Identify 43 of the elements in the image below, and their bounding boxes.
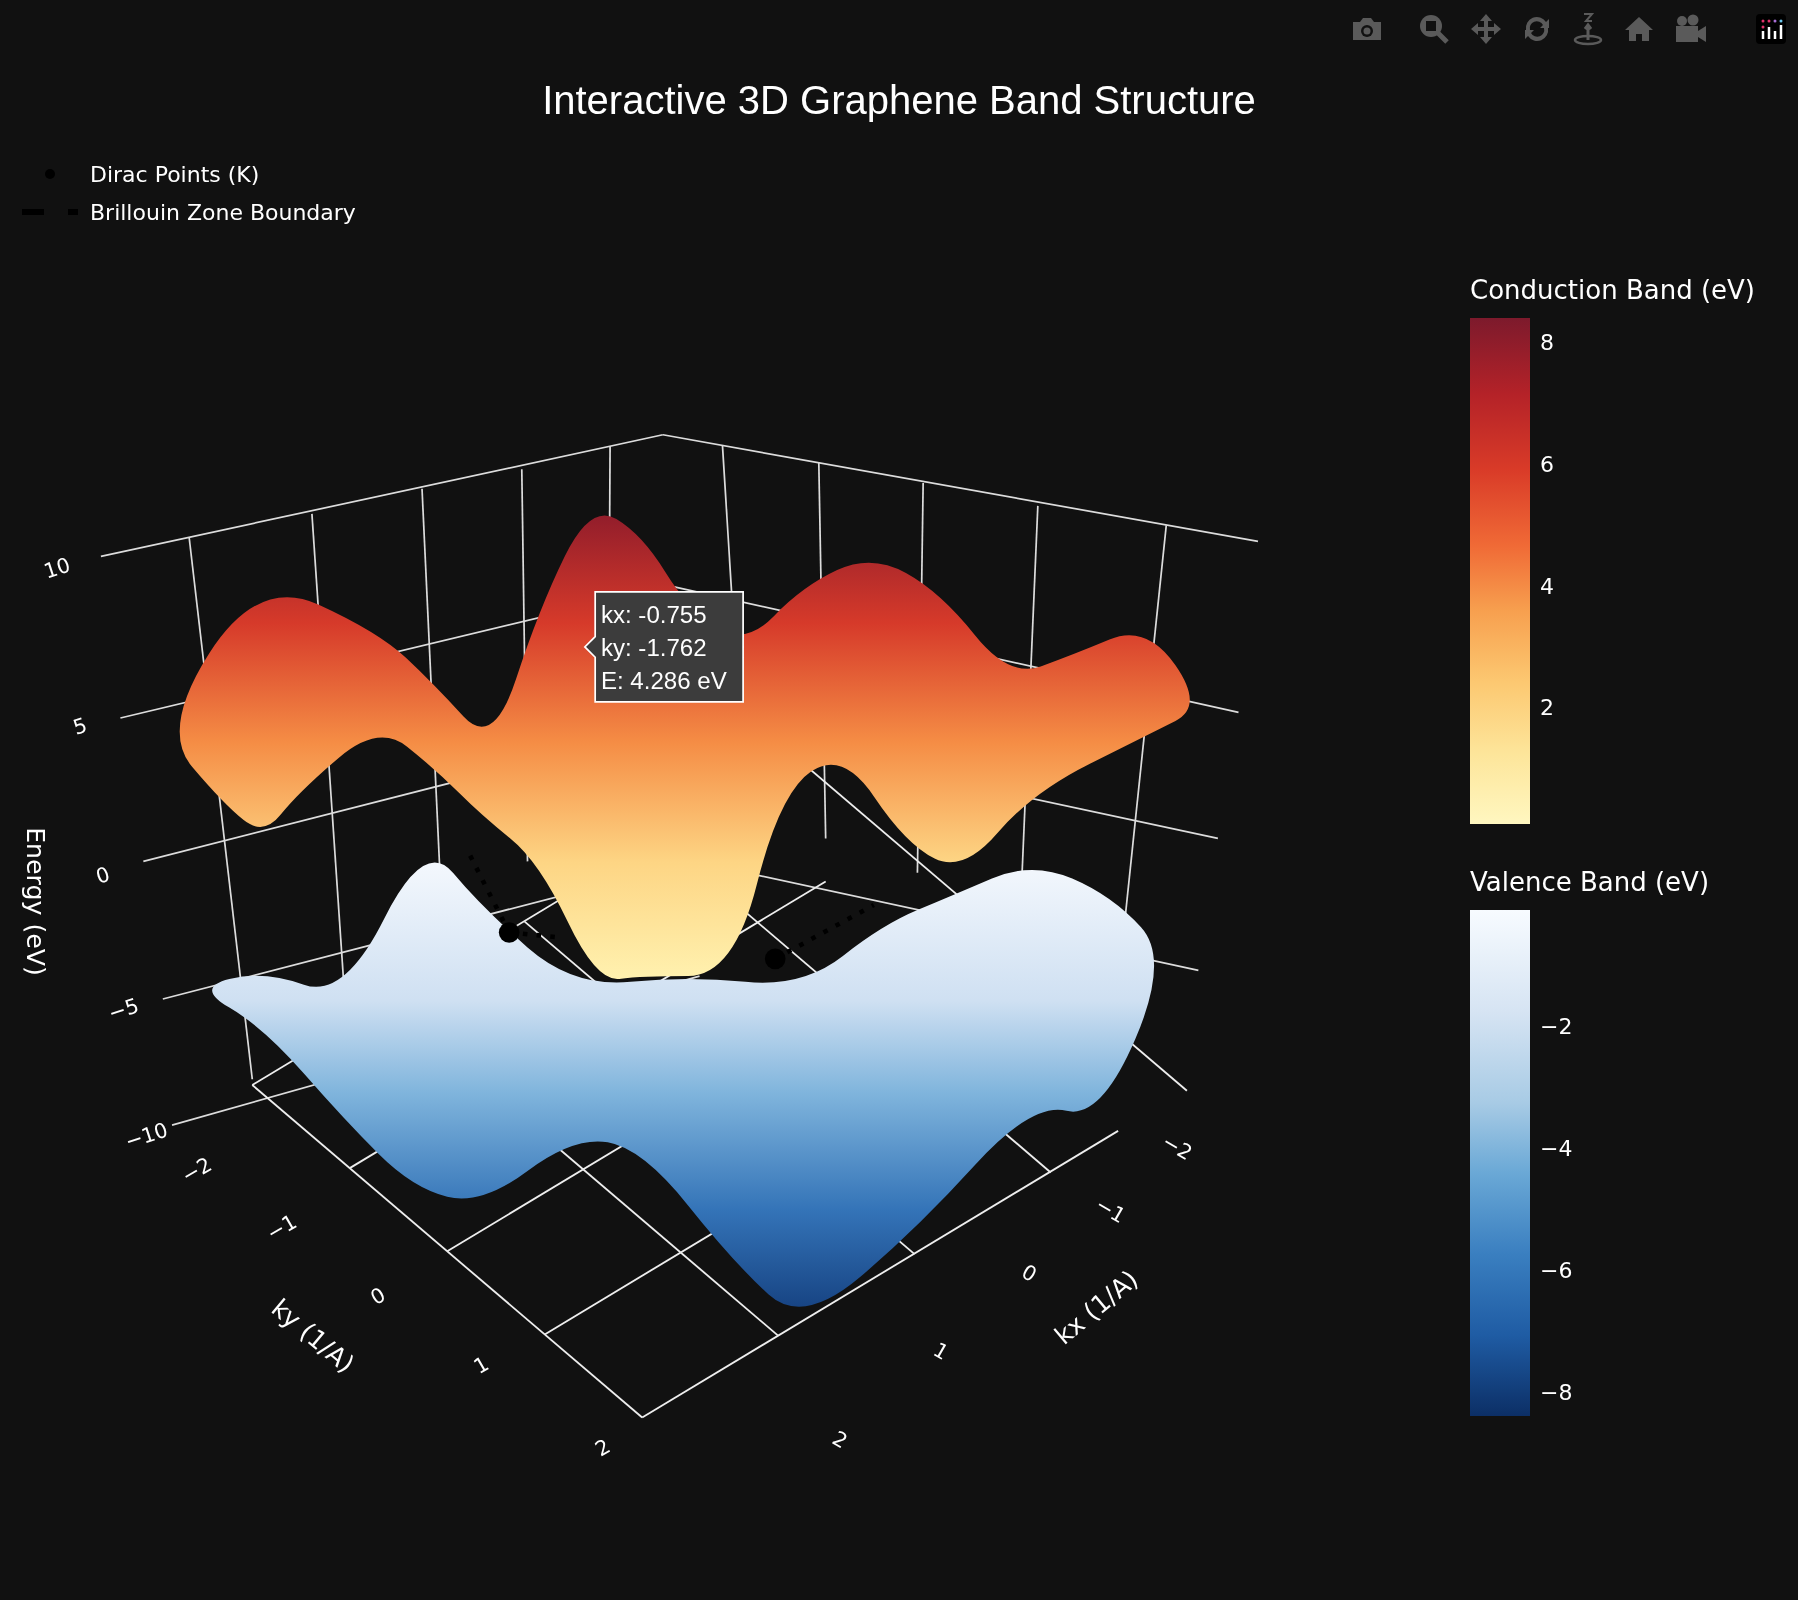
axis-tick-label: 5 — [70, 712, 90, 740]
rotate-icon[interactable] — [1522, 14, 1552, 44]
axis-tick-label: 10 — [40, 552, 74, 584]
axis-tick-label: 0 — [1017, 1259, 1041, 1287]
dirac-point-marker[interactable] — [498, 922, 520, 943]
axis-tick-label: −1 — [262, 1209, 301, 1246]
axis-tick-label: 1 — [469, 1351, 493, 1379]
axis-tick-label: −2 — [177, 1152, 216, 1189]
axis-tick-label: −5 — [105, 993, 142, 1026]
camera-icon[interactable] — [1350, 16, 1384, 42]
turntable-icon[interactable] — [1572, 12, 1604, 46]
axis-tick-label: 0 — [92, 861, 113, 889]
axis-tick-label: 1 — [929, 1337, 953, 1365]
chart-title: Interactive 3D Graphene Band Structure — [541, 77, 1257, 124]
tooltip-text: kx: -0.755 — [600, 600, 707, 628]
tooltip-text: ky: -1.762 — [600, 634, 707, 662]
conduction-band-surface[interactable] — [179, 515, 1190, 979]
dirac-point-marker[interactable] — [764, 948, 786, 970]
colorbar-title: Valence Band (eV) — [1470, 866, 1711, 898]
zoom-icon[interactable] — [1418, 13, 1450, 45]
colorbar-tick-label: −8 — [1540, 1379, 1573, 1405]
colorbar-tick-label: 4 — [1540, 573, 1554, 599]
video-camera-icon[interactable] — [1674, 14, 1708, 44]
axis-tick-label: −2 — [1157, 1129, 1197, 1166]
colorbar-tick-label: −2 — [1540, 1013, 1573, 1039]
legend-label[interactable]: Brillouin Zone Boundary — [90, 199, 356, 225]
colorbar-tick-label: 2 — [1540, 694, 1554, 720]
axis-tick-label: 0 — [366, 1282, 390, 1310]
home-icon[interactable] — [1624, 15, 1654, 43]
colorbar-tick-label: −4 — [1540, 1135, 1573, 1161]
legend-label[interactable]: Dirac Points (K) — [90, 161, 260, 187]
logo-icon[interactable] — [1756, 14, 1786, 44]
colorbar-tick-label: 8 — [1540, 329, 1554, 355]
colorbar-tick-label: −6 — [1540, 1257, 1573, 1283]
colorbar-title: Conduction Band (eV) — [1470, 274, 1755, 306]
axis-title: Energy (eV) — [21, 827, 51, 976]
axis-tick-label: 2 — [828, 1425, 852, 1454]
tooltip-text: E: 4.286 eV — [600, 667, 727, 695]
pan-arrows-icon[interactable] — [1470, 13, 1502, 45]
axis-tick-label: −10 — [122, 1117, 171, 1154]
axis-tick-label: −1 — [1091, 1192, 1130, 1229]
axis-tick-label: 2 — [591, 1434, 615, 1462]
colorbar-tick-label: 6 — [1540, 451, 1554, 477]
